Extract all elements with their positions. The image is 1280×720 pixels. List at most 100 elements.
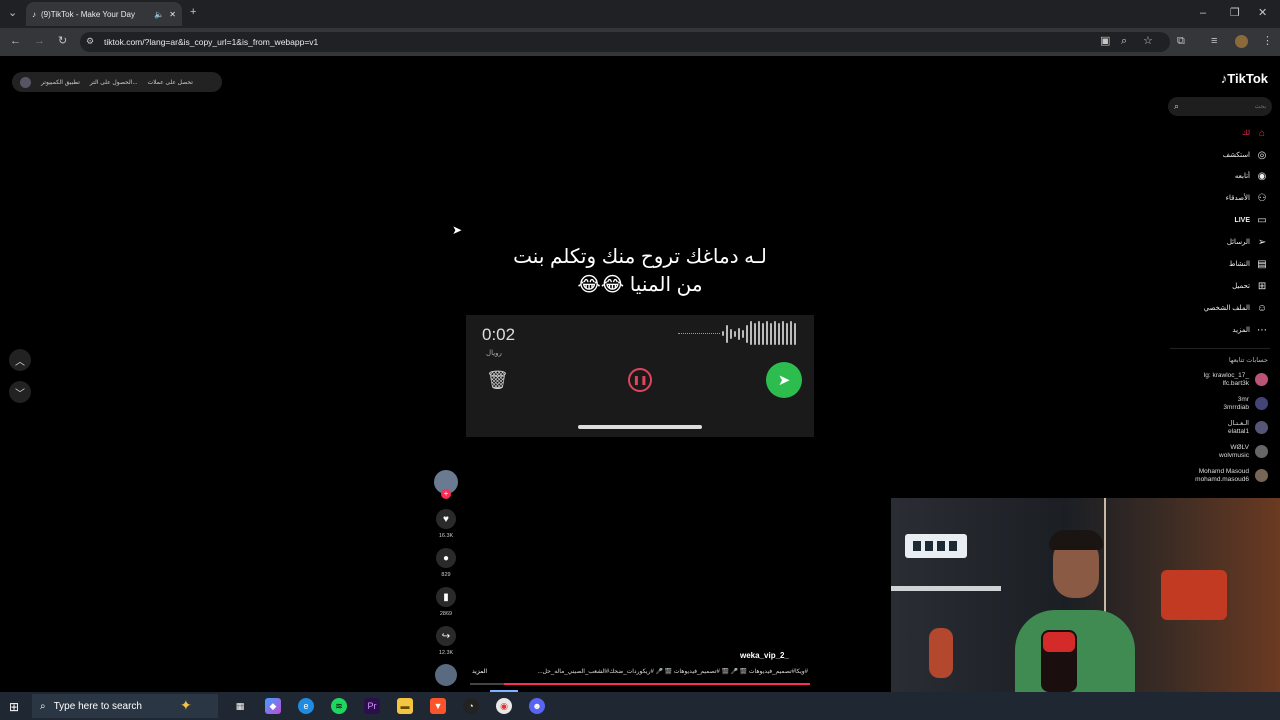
account-handle: mohamd.masoud6 [1195,475,1249,483]
chevron-down-icon: ﹀ [15,388,25,400]
caption-more-button[interactable]: المزيد [472,668,492,675]
caption-username[interactable]: weka_vip_2_ [740,651,789,660]
followed-account[interactable]: 3mr 3mrrdiab [1223,396,1268,412]
waveform-bar [794,323,796,345]
sidebar-item-following[interactable]: ◉ أتابعه [1235,170,1268,182]
premiere-icon[interactable]: Pr [364,698,380,714]
promo-get-tv[interactable]: الحصول على التر... [90,79,138,86]
tab-list-icon[interactable]: ⌄ [8,8,17,19]
sidebar-item-profile[interactable]: ☺ الملف الشخصي [1204,302,1268,314]
back-icon[interactable]: ← [10,36,21,47]
browser-tab[interactable]: ♪ (9)TikTok - Make Your Day 🔈 ✕ [26,2,182,26]
sidebar-item-for-you[interactable]: ⌂ لك [1242,127,1268,139]
profile-avatar[interactable] [1235,35,1248,48]
waveform-dots [678,333,720,334]
microphone-light [1043,632,1075,652]
followed-account[interactable]: Ig: krawloc_17_ lfc.bart3k [1203,372,1268,388]
copilot-icon[interactable]: ◆ [265,698,281,714]
bookmark-icon: ▮ [436,587,456,607]
pause-icon: ❚❚ [628,368,652,392]
sidebar-item-more[interactable]: ⋯ المزيد [1232,324,1268,336]
account-handle: 3mrrdiab [1223,403,1249,411]
minimize-icon[interactable]: – [1200,8,1206,19]
like-button[interactable]: ♥ 16.3K [436,509,456,539]
save-button[interactable]: ▮ 2869 [436,587,456,617]
chevron-up-icon: ︿ [15,356,25,368]
voice-sub: رويال [486,350,502,357]
restore-icon[interactable]: ❐ [1230,8,1240,19]
compass-icon: ◎ [1257,149,1267,161]
discord-icon[interactable]: ☻ [529,698,545,714]
sidebar-item-label: النشاط [1228,261,1250,268]
friends-icon: ⚇ [1257,192,1267,204]
new-tab-icon[interactable]: + [190,7,196,18]
waveform-bar [754,323,756,345]
extensions-icon[interactable]: ⧉ [1177,36,1185,47]
avatar [1255,373,1268,387]
edge-icon[interactable]: e [298,698,314,714]
sidebar-item-label: الرسائل [1226,239,1250,246]
waveform-bar [774,321,776,345]
browser-menu-icon[interactable]: ⋮ [1262,36,1273,47]
sidebar-item-label: تحميل [1232,283,1250,290]
task-view-icon[interactable]: ▦ [232,698,248,714]
waveform-bar [738,328,740,340]
red-car-decor [1161,570,1227,620]
live-icon: ▭ [1257,214,1267,226]
avatar [1255,469,1268,483]
sidebar-item-friends[interactable]: ⚇ الأصدقاء [1226,192,1268,204]
waveform-bar [742,330,744,338]
zoom-icon[interactable]: ⌕ [1121,36,1127,47]
search-icon: ⌕ [40,700,46,712]
person-hair [1049,530,1103,550]
forward-icon[interactable]: → [34,36,45,47]
promo-desktop-app[interactable]: تطبيق الكمبيوتر [41,79,80,86]
sidebar-item-activity[interactable]: ▤ النشاط [1229,258,1268,270]
followed-account[interactable]: Mohamd Masoud mohamd.masoud6 [1195,468,1268,484]
sidebar-item-label: أتابعه [1234,173,1250,180]
close-window-icon[interactable]: ✕ [1258,8,1267,19]
followed-account[interactable]: WØLV wolvmusic [1219,444,1268,460]
spotify-icon[interactable]: ≋ [331,698,347,714]
waveform-bar [750,321,752,345]
promo-bar: تطبيق الكمبيوتر الحصول على التر... تحصل … [12,72,222,92]
app-icon[interactable]: ◔ [463,698,479,714]
waveform-bar [786,323,788,345]
tiktok-logo[interactable]: ♪TikTok [1221,71,1268,86]
file-explorer-icon[interactable]: ▬ [397,698,413,714]
heart-icon: ♥ [436,509,456,529]
tab-audio-icon[interactable]: 🔈 [154,10,164,19]
brave-icon[interactable]: ▼ [430,698,446,714]
sidebar-item-messages[interactable]: ➢ الرسائل [1227,236,1268,248]
sidebar-item-live[interactable]: ▭ LIVE [1234,214,1268,226]
comment-button[interactable]: ● 829 [436,548,456,578]
windows-start-icon[interactable]: ⊞ [9,700,19,714]
reload-icon[interactable]: ↻ [58,36,67,47]
site-info-icon[interactable]: ⚙ [86,37,94,46]
search-icon[interactable]: ⌕ [1174,101,1179,112]
music-disc-icon[interactable] [435,664,457,686]
media-controls-icon[interactable]: ≡ [1211,36,1217,47]
tab-close-icon[interactable]: ✕ [169,10,176,19]
sidebar-item-explore[interactable]: ◎ استكشف [1223,149,1268,161]
followed-account[interactable]: الـعـتـال elattal1 [1228,420,1268,436]
follow-plus-icon[interactable]: + [441,489,451,499]
chrome-icon[interactable]: ◉ [496,698,512,714]
sidebar-item-label: المزيد [1232,327,1250,334]
search-box[interactable]: ⌕ [1168,97,1272,116]
sidebar-item-upload[interactable]: ⊞ تحميل [1232,280,1268,292]
bookmark-star-icon[interactable]: ☆ [1143,36,1153,47]
share-button[interactable]: ↪ 12.3K [436,626,456,656]
address-bar[interactable]: tiktok.com/?lang=ar&is_copy_url=1&is_fro… [80,32,1170,52]
search-input[interactable] [1196,103,1266,110]
promo-get-coins[interactable]: تحصل على عملات [147,79,192,86]
next-video-button[interactable]: ﹀ [9,381,31,403]
trash-icon: 🗑 [486,370,509,390]
previous-video-button[interactable]: ︿ [9,349,31,371]
account-name: Ig: krawloc_17_ [1203,372,1249,379]
install-app-icon[interactable]: ▣ [1100,36,1110,47]
video-progress-bar[interactable] [470,683,810,685]
copilot-sparkle-icon[interactable]: ✦ [180,697,192,714]
waveform-bar [790,321,792,345]
activity-icon: ▤ [1257,258,1267,270]
